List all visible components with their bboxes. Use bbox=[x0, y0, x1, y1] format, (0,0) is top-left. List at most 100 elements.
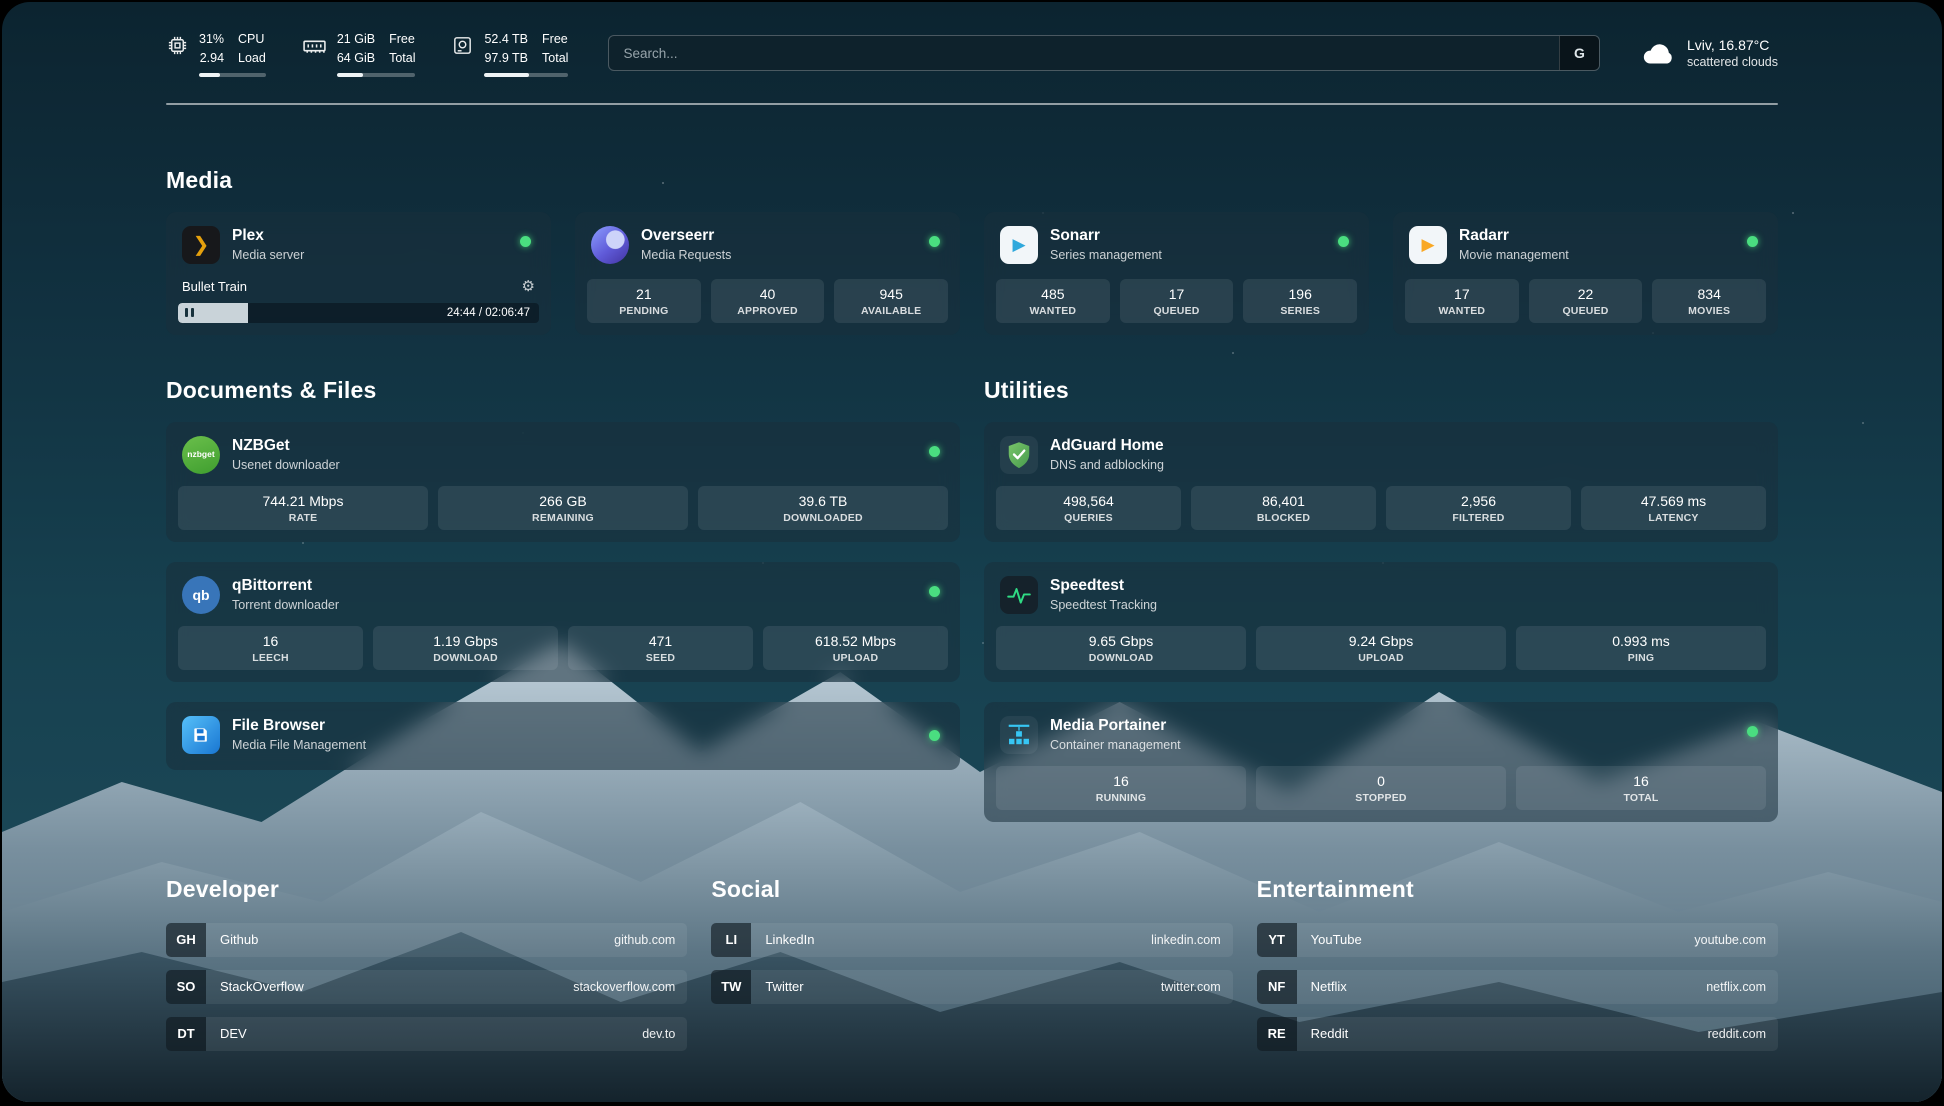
status-online-dot bbox=[929, 586, 940, 597]
app-subtitle: Speedtest Tracking bbox=[1050, 598, 1157, 612]
bookmark-youtube[interactable]: YT YouTube youtube.com bbox=[1257, 923, 1778, 957]
section-title-social: Social bbox=[711, 876, 1232, 903]
bookmark-linkedin[interactable]: LI LinkedIn linkedin.com bbox=[711, 923, 1232, 957]
app-card-qbittorrent[interactable]: qb qBittorrent Torrent downloader 16 bbox=[166, 562, 960, 682]
status-online-dot bbox=[1338, 236, 1349, 247]
app-card-adguard[interactable]: AdGuard Home DNS and adblocking 498,564 … bbox=[984, 422, 1778, 542]
app-name: NZBGet bbox=[232, 437, 340, 454]
bookmark-url: stackoverflow.com bbox=[573, 980, 687, 994]
app-name: qBittorrent bbox=[232, 577, 339, 594]
disk-icon bbox=[451, 34, 474, 57]
main-columns: Documents & Files nzbget NZBGet Usenet d… bbox=[166, 377, 1778, 822]
stat-download: 1.19 Gbps DOWNLOAD bbox=[373, 626, 558, 670]
bookmark-abbr: SO bbox=[166, 970, 206, 1004]
media-cards: ❯ Plex Media server Bullet Train ⚙ bbox=[166, 212, 1778, 335]
section-title-developer: Developer bbox=[166, 876, 687, 903]
app-card-plex[interactable]: ❯ Plex Media server Bullet Train ⚙ bbox=[166, 212, 551, 335]
stat-upload: 618.52 Mbps UPLOAD bbox=[763, 626, 948, 670]
status-online-dot bbox=[929, 730, 940, 741]
stat-available: 945 AVAILABLE bbox=[834, 279, 948, 323]
app-card-radarr[interactable]: ▶ Radarr Movie management 17 WANTED 22 bbox=[1393, 212, 1778, 335]
app-subtitle: Series management bbox=[1050, 248, 1162, 262]
stat-pending: 21 PENDING bbox=[587, 279, 701, 323]
ram-free-label: Free bbox=[389, 30, 415, 49]
app-subtitle: Media server bbox=[232, 248, 304, 262]
app-card-speedtest[interactable]: Speedtest Speedtest Tracking 9.65 Gbps D… bbox=[984, 562, 1778, 682]
section-title-entertainment: Entertainment bbox=[1257, 876, 1778, 903]
overseerr-icon bbox=[591, 226, 629, 264]
bookmark-twitter[interactable]: TW Twitter twitter.com bbox=[711, 970, 1232, 1004]
bookmark-name: Netflix bbox=[1297, 979, 1707, 994]
app-subtitle: Torrent downloader bbox=[232, 598, 339, 612]
portainer-crane-icon bbox=[1000, 716, 1038, 754]
search-engine-button[interactable]: G bbox=[1559, 36, 1599, 70]
bookmark-url: dev.to bbox=[642, 1027, 687, 1041]
playback-progress-bar[interactable]: 24:44 / 02:06:47 bbox=[178, 303, 539, 323]
documents-column: Documents & Files nzbget NZBGet Usenet d… bbox=[166, 377, 960, 822]
weather-widget[interactable]: Lviv, 16.87°C scattered clouds bbox=[1640, 35, 1778, 71]
stat-wanted: 17 WANTED bbox=[1405, 279, 1519, 323]
bookmark-group-entertainment: Entertainment YT YouTube youtube.com NF … bbox=[1257, 876, 1778, 1051]
app-name: Speedtest bbox=[1050, 577, 1157, 594]
stat-blocked: 86,401 BLOCKED bbox=[1191, 486, 1376, 530]
stat-downloaded: 39.6 TB DOWNLOADED bbox=[698, 486, 948, 530]
disk-free-value: 52.4 TB bbox=[484, 30, 528, 49]
bookmark-stackoverflow[interactable]: SO StackOverflow stackoverflow.com bbox=[166, 970, 687, 1004]
playback-time: 24:44 / 02:06:47 bbox=[447, 303, 530, 323]
stat-queued: 17 QUEUED bbox=[1120, 279, 1234, 323]
bookmark-url: github.com bbox=[614, 933, 687, 947]
bookmark-url: youtube.com bbox=[1694, 933, 1778, 947]
bookmark-abbr: DT bbox=[166, 1017, 206, 1051]
ram-total-value: 64 GiB bbox=[337, 49, 375, 68]
app-card-portainer[interactable]: Media Portainer Container management 16 … bbox=[984, 702, 1778, 822]
cpu-icon bbox=[166, 34, 189, 57]
qbittorrent-icon: qb bbox=[182, 576, 220, 614]
bookmark-reddit[interactable]: RE Reddit reddit.com bbox=[1257, 1017, 1778, 1051]
app-name: Media Portainer bbox=[1050, 717, 1181, 734]
nzbget-icon: nzbget bbox=[182, 436, 220, 474]
cpu-load-label: Load bbox=[238, 49, 266, 68]
stat-total: 16 TOTAL bbox=[1516, 766, 1766, 810]
status-online-dot bbox=[929, 236, 940, 247]
bookmark-netflix[interactable]: NF Netflix netflix.com bbox=[1257, 970, 1778, 1004]
system-monitors: 31% 2.94 CPU Load bbox=[166, 30, 568, 77]
status-online-dot bbox=[1747, 726, 1758, 737]
ram-free-value: 21 GiB bbox=[337, 30, 375, 49]
adguard-shield-icon bbox=[1000, 436, 1038, 474]
app-card-overseerr[interactable]: Overseerr Media Requests 21 PENDING 40 A… bbox=[575, 212, 960, 335]
dashboard-screen: 31% 2.94 CPU Load bbox=[2, 2, 1942, 1102]
settings-gear-icon[interactable]: ⚙ bbox=[522, 279, 535, 294]
search-input[interactable] bbox=[608, 35, 1600, 71]
bookmark-name: DEV bbox=[206, 1026, 642, 1041]
app-card-filebrowser[interactable]: File Browser Media File Management bbox=[166, 702, 960, 770]
cpu-usage-percent: 31% bbox=[199, 30, 224, 49]
bookmark-abbr: LI bbox=[711, 923, 751, 957]
bookmark-url: linkedin.com bbox=[1151, 933, 1232, 947]
disk-monitor: 52.4 TB 97.9 TB Free Total bbox=[451, 30, 568, 77]
weather-location: Lviv, 16.87°C bbox=[1687, 37, 1778, 53]
bookmark-name: Reddit bbox=[1297, 1026, 1708, 1041]
ram-total-label: Total bbox=[389, 49, 415, 68]
bookmark-url: reddit.com bbox=[1708, 1027, 1778, 1041]
app-name: Plex bbox=[232, 227, 304, 244]
bookmark-github[interactable]: GH Github github.com bbox=[166, 923, 687, 957]
stat-approved: 40 APPROVED bbox=[711, 279, 825, 323]
app-card-sonarr[interactable]: ▶ Sonarr Series management 485 WANTED 17 bbox=[984, 212, 1369, 335]
section-title-media: Media bbox=[166, 167, 1778, 194]
bookmark-dev[interactable]: DT DEV dev.to bbox=[166, 1017, 687, 1051]
bookmark-group-social: Social LI LinkedIn linkedin.com TW Twitt… bbox=[711, 876, 1232, 1051]
section-title-utilities: Utilities bbox=[984, 377, 1778, 404]
stat-leech: 16 LEECH bbox=[178, 626, 363, 670]
app-subtitle: Usenet downloader bbox=[232, 458, 340, 472]
status-online-dot bbox=[929, 446, 940, 457]
app-card-nzbget[interactable]: nzbget NZBGet Usenet downloader 744.21 M… bbox=[166, 422, 960, 542]
pause-icon[interactable] bbox=[185, 308, 194, 317]
disk-free-label: Free bbox=[542, 30, 568, 49]
bookmark-name: YouTube bbox=[1297, 932, 1695, 947]
filebrowser-icon bbox=[182, 716, 220, 754]
header-divider bbox=[166, 103, 1778, 105]
stat-latency: 47.569 ms LATENCY bbox=[1581, 486, 1766, 530]
bookmark-name: StackOverflow bbox=[206, 979, 573, 994]
ram-monitor: 21 GiB 64 GiB Free Total bbox=[302, 30, 416, 77]
stat-download: 9.65 Gbps DOWNLOAD bbox=[996, 626, 1246, 670]
